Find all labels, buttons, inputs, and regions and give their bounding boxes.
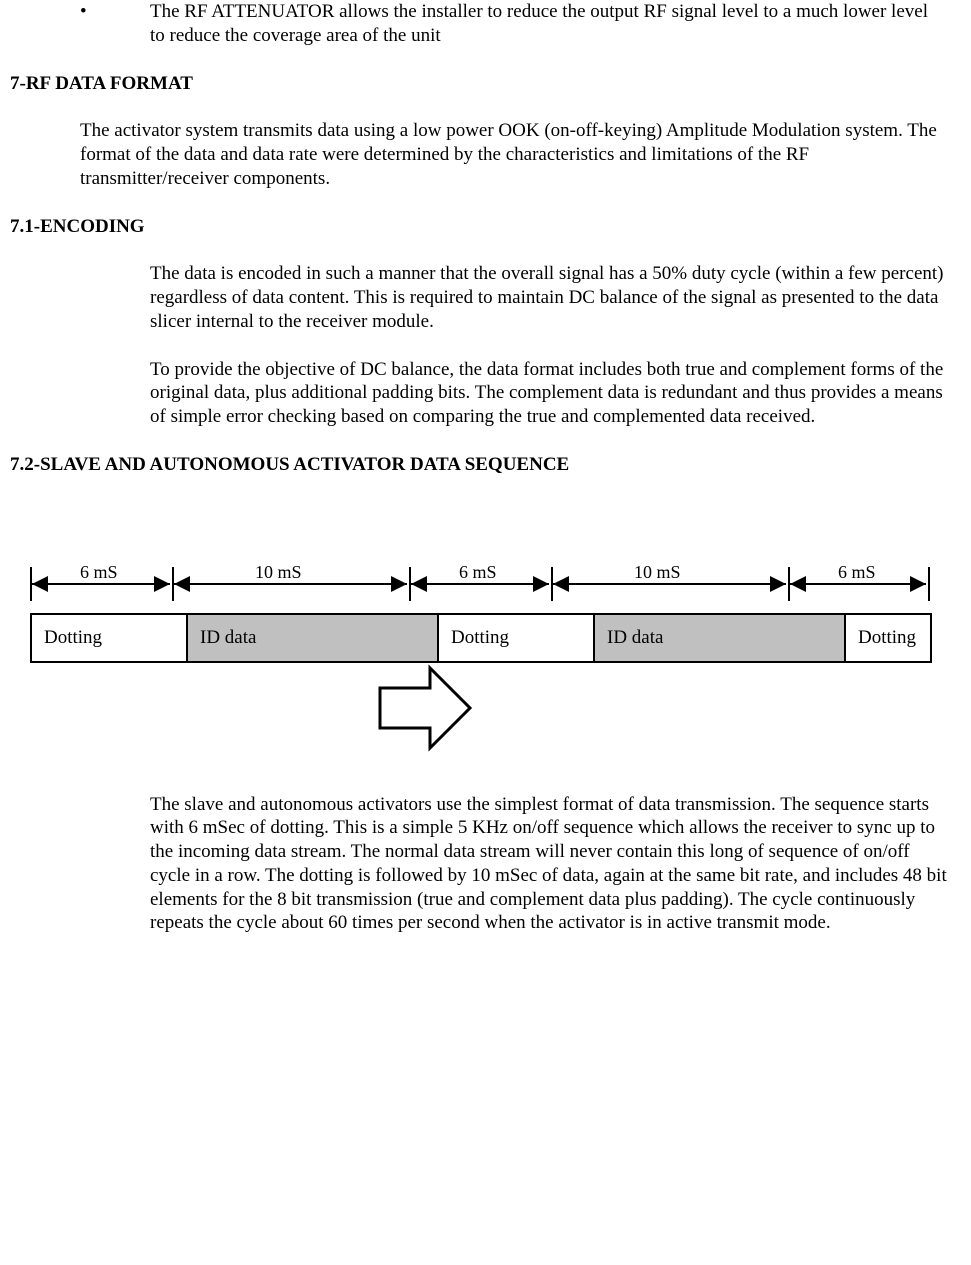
timing-arrows-row: 6 mS 10 mS 6 mS 10 mS 6 mS [30, 567, 941, 607]
heading-7-1-encoding: 7.1-ENCODING [10, 215, 961, 239]
sequence-cell-id-data: ID data [188, 615, 439, 661]
paragraph: The data is encoded in such a manner tha… [150, 262, 951, 333]
sequence-cell-id-data: ID data [595, 615, 846, 661]
timing-label: 6 mS [80, 561, 118, 584]
timing-label: 10 mS [255, 561, 302, 584]
bullet-text: The RF ATTENUATOR allows the installer t… [150, 0, 961, 48]
sequence-cell-dotting: Dotting [439, 615, 595, 661]
timing-label: 6 mS [838, 561, 876, 584]
paragraph: To provide the objective of DC balance, … [150, 358, 951, 429]
heading-7-rf-data-format: 7-RF DATA FORMAT [10, 72, 961, 96]
heading-7-2-data-sequence: 7.2-SLAVE AND AUTONOMOUS ACTIVATOR DATA … [10, 453, 961, 477]
timing-label: 6 mS [459, 561, 497, 584]
flow-arrow-icon [375, 663, 475, 753]
sequence-cell-dotting: Dotting [846, 615, 930, 661]
sequence-table: Dotting ID data Dotting ID data Dotting [30, 613, 932, 663]
sequence-cell-dotting: Dotting [32, 615, 188, 661]
timing-diagram: 6 mS 10 mS 6 mS 10 mS 6 mS Dotting ID [30, 567, 941, 753]
bullet-marker: • [80, 0, 150, 48]
paragraph: The activator system transmits data usin… [80, 119, 941, 190]
timing-label: 10 mS [634, 561, 681, 584]
paragraph: The slave and autonomous activators use … [150, 793, 951, 936]
bullet-item: • The RF ATTENUATOR allows the installer… [80, 0, 961, 48]
document-page: • The RF ATTENUATOR allows the installer… [0, 0, 971, 999]
